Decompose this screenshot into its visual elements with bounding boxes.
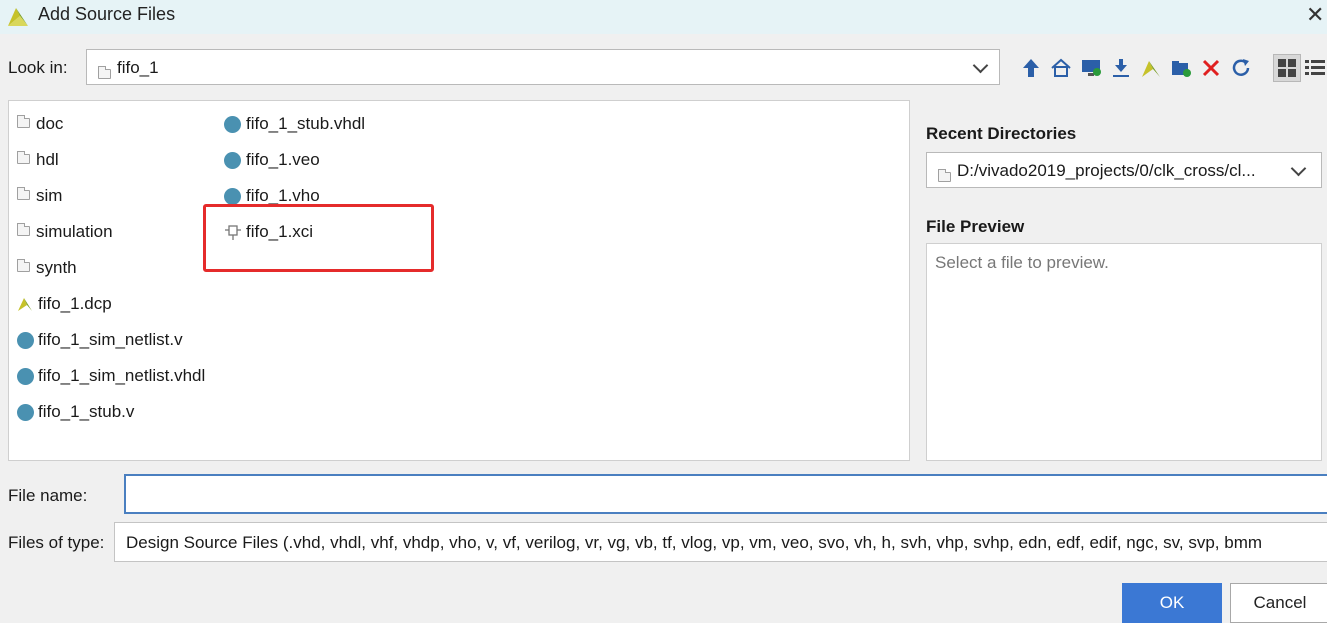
refresh-icon[interactable]: [1229, 56, 1253, 80]
folder-icon: [17, 259, 30, 272]
vivado-icon: [18, 298, 32, 311]
highlight-box: [203, 204, 434, 272]
folder-icon: [98, 66, 111, 79]
file-dot-icon: [17, 404, 34, 421]
delete-icon[interactable]: [1199, 56, 1223, 80]
file-preview-label: File Preview: [926, 217, 1025, 236]
grid-view-button[interactable]: [1273, 54, 1301, 82]
title-bar: Add Source Files ✕: [0, 0, 1327, 34]
cancel-button[interactable]: Cancel: [1230, 583, 1327, 623]
window-title: Add Source Files: [38, 4, 176, 24]
home-icon[interactable]: [1049, 56, 1073, 80]
new-folder-icon[interactable]: [1169, 56, 1193, 80]
grid-view-icon: [1278, 59, 1296, 77]
folder-icon: [938, 169, 951, 182]
file-dot-icon: [224, 188, 241, 205]
file-preview-placeholder: Select a file to preview.: [935, 253, 1109, 272]
list-view-icon[interactable]: [1303, 56, 1327, 80]
look-in-dropdown[interactable]: fifo_1: [86, 49, 1000, 85]
files-of-type-dropdown[interactable]: Design Source Files (.vhd, vhdl, vhf, vh…: [114, 522, 1327, 562]
file-dot-icon: [17, 332, 34, 349]
file-list[interactable]: doc hdl sim simulation synth fifo_1.dcp …: [8, 100, 910, 461]
desktop-icon[interactable]: [1079, 56, 1103, 80]
file-preview-pane: Select a file to preview.: [926, 243, 1322, 461]
file-name-input[interactable]: [124, 474, 1327, 514]
vivado-logo-icon: [8, 8, 28, 26]
files-of-type-value: Design Source Files (.vhd, vhdl, vhf, vh…: [126, 533, 1263, 552]
file-dot-icon: [17, 368, 34, 385]
file-dot-icon: [224, 152, 241, 169]
ok-button[interactable]: OK: [1122, 583, 1222, 623]
file-name-label: File name:: [8, 486, 88, 505]
folder-icon: [17, 187, 30, 200]
vivado-icon[interactable]: [1139, 56, 1163, 80]
up-folder-icon[interactable]: [1019, 56, 1043, 80]
file-dot-icon: [224, 116, 241, 133]
chevron-down-icon: [972, 57, 989, 74]
folder-icon: [17, 115, 30, 128]
folder-icon: [17, 223, 30, 236]
close-icon[interactable]: ✕: [1306, 2, 1324, 28]
folder-icon: [17, 151, 30, 164]
recent-directories-label: Recent Directories: [926, 124, 1077, 143]
files-of-type-label: Files of type:: [8, 533, 105, 552]
download-icon[interactable]: [1109, 56, 1133, 80]
recent-directory-value: D:/vivado2019_projects/0/clk_cross/cl...: [957, 161, 1256, 180]
chevron-down-icon: [1290, 160, 1307, 177]
recent-directories-dropdown[interactable]: D:/vivado2019_projects/0/clk_cross/cl...: [926, 152, 1322, 188]
look-in-label: Look in:: [8, 58, 68, 77]
look-in-value: fifo_1: [117, 58, 159, 77]
